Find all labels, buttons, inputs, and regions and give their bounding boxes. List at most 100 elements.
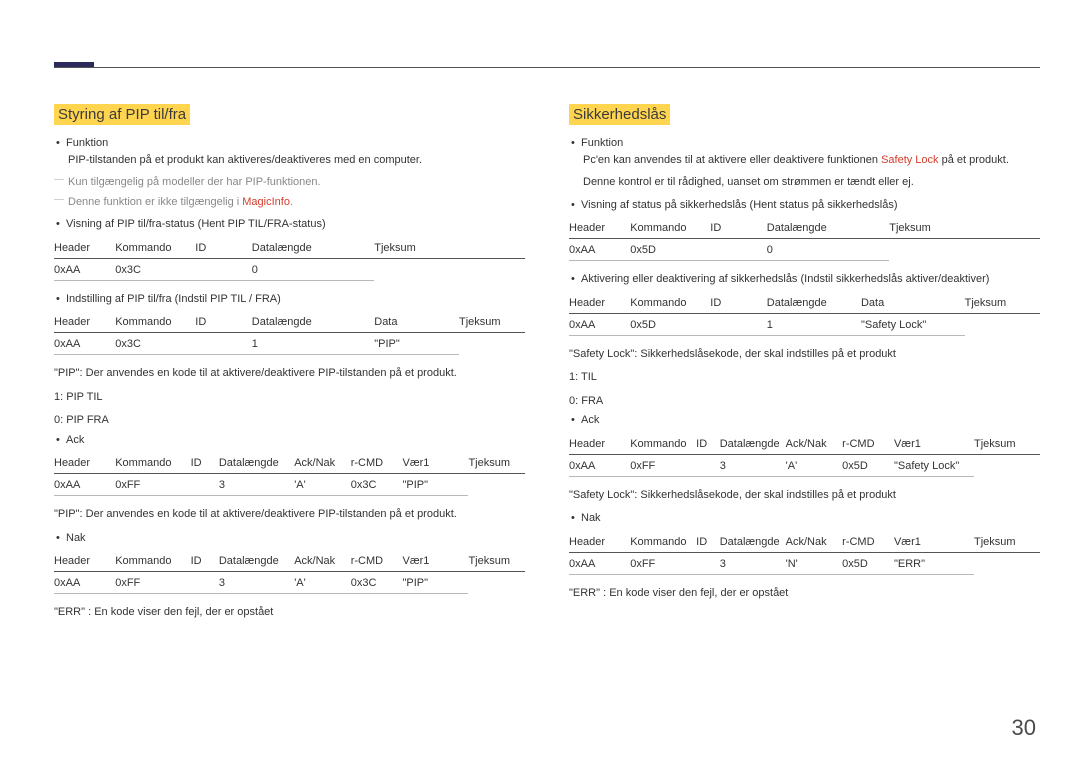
th: Kommando — [630, 433, 696, 455]
bullet-list: Nak — [54, 530, 525, 547]
th: Kommando — [630, 292, 710, 314]
th: ID — [195, 311, 252, 333]
content-columns: Styring af PIP til/fra Funktion PIP-tils… — [54, 104, 1040, 628]
td — [710, 313, 767, 335]
td — [696, 552, 720, 574]
table-ack: Header Kommando ID Datalængde Ack/Nak r-… — [569, 433, 1040, 477]
td: 1 — [252, 333, 374, 355]
th: Tjeksum — [974, 433, 1040, 455]
section-heading-safety: Sikkerhedslås — [569, 104, 670, 125]
td: 0xFF — [115, 572, 190, 594]
td — [965, 313, 1040, 335]
funktion-desc: Pc'en kan anvendes til at aktivere eller… — [581, 152, 1040, 169]
td: 0x5D — [842, 454, 894, 476]
table-nak: Header Kommando ID Datalængde Ack/Nak r-… — [569, 531, 1040, 575]
td: 0xAA — [569, 454, 630, 476]
bullet-list: Ack — [569, 412, 1040, 429]
table-ack: Header Kommando ID Datalængde Ack/Nak r-… — [54, 452, 525, 496]
th: Kommando — [115, 550, 190, 572]
bullet-set-safety: Aktivering eller deaktivering af sikkerh… — [581, 271, 1040, 288]
th: Vær1 — [894, 433, 974, 455]
bullet-view-status: Visning af PIP til/fra-status (Hent PIP … — [66, 216, 525, 233]
td — [468, 474, 525, 496]
th: Header — [54, 237, 115, 259]
td: "Safety Lock" — [894, 454, 974, 476]
th: Datalængde — [219, 452, 294, 474]
td: 'A' — [294, 572, 351, 594]
td: 0xAA — [54, 572, 115, 594]
section-heading-pip: Styring af PIP til/fra — [54, 104, 190, 125]
th: Header — [54, 311, 115, 333]
funktion-desc-post: på et produkt. — [939, 154, 1009, 166]
note-magicinfo: Denne funktion er ikke tilgængelig i Mag… — [56, 194, 525, 211]
bullet-funktion: Funktion Pc'en kan anvendes til at aktiv… — [581, 135, 1040, 191]
bullet-list: Funktion PIP-tilstanden på et produkt ka… — [54, 135, 525, 168]
bullet-set-pip: Indstilling af PIP til/fra (Indstil PIP … — [66, 291, 525, 308]
td: "Safety Lock" — [861, 313, 965, 335]
td: 0xAA — [54, 333, 115, 355]
bullet-list: Visning af PIP til/fra-status (Hent PIP … — [54, 216, 525, 233]
note-pip-models: Kun tilgængelig på modeller der har PIP-… — [56, 174, 525, 191]
td: 0xAA — [569, 239, 630, 261]
th: Tjeksum — [965, 292, 1040, 314]
th: Datalængde — [252, 311, 374, 333]
td — [889, 239, 1040, 261]
funktion-desc-pre: Pc'en kan anvendes til at aktivere eller… — [583, 154, 881, 166]
err-desc: "ERR" : En kode viser den fejl, der er o… — [54, 604, 525, 622]
th: ID — [696, 531, 720, 553]
page-number: 30 — [1012, 715, 1036, 741]
td: 3 — [720, 454, 786, 476]
th: Vær1 — [894, 531, 974, 553]
bullet-list: Ack — [54, 432, 525, 449]
td — [468, 572, 525, 594]
table-set-safety: Header Kommando ID Datalængde Data Tjeks… — [569, 292, 1040, 336]
td — [195, 333, 252, 355]
funktion-label: Funktion — [581, 137, 623, 149]
th: Tjeksum — [468, 550, 525, 572]
th: r-CMD — [351, 550, 403, 572]
td — [710, 239, 767, 261]
td — [974, 552, 1040, 574]
td: "ERR" — [894, 552, 974, 574]
td: "PIP" — [403, 474, 469, 496]
td: 0xAA — [54, 258, 115, 280]
funktion-desc: PIP-tilstanden på et produkt kan aktiver… — [66, 152, 525, 169]
note-magicinfo-red: MagicInfo — [242, 196, 290, 208]
td: 0xAA — [569, 313, 630, 335]
th: Ack/Nak — [294, 550, 351, 572]
note-magicinfo-pre: Denne funktion er ikke tilgængelig i — [68, 196, 242, 208]
th: Datalængde — [720, 531, 786, 553]
bullet-view-status: Visning af status på sikkerhedslås (Hent… — [581, 197, 1040, 214]
th: r-CMD — [842, 531, 894, 553]
bullet-funktion: Funktion PIP-tilstanden på et produkt ka… — [66, 135, 525, 168]
th: Kommando — [630, 217, 710, 239]
bullet-list: Indstilling af PIP til/fra (Indstil PIP … — [54, 291, 525, 308]
pip-fra: 0: PIP FRA — [54, 412, 525, 430]
table-view-status: Header Kommando ID Datalængde Tjeksum 0x… — [569, 217, 1040, 261]
th: Header — [569, 292, 630, 314]
th: Datalængde — [252, 237, 374, 259]
td: 0x3C — [115, 333, 195, 355]
td: 'A' — [294, 474, 351, 496]
safety-desc-2: "Safety Lock": Sikkerhedslåsekode, der s… — [569, 487, 1040, 505]
th: Kommando — [115, 452, 190, 474]
note-magicinfo-post: . — [290, 196, 293, 208]
pip-code-desc: "PIP": Der anvendes en kode til at aktiv… — [54, 365, 525, 383]
th: Header — [54, 550, 115, 572]
th: Ack/Nak — [786, 433, 843, 455]
td — [974, 454, 1040, 476]
td: "PIP" — [403, 572, 469, 594]
th: Header — [54, 452, 115, 474]
td — [195, 258, 252, 280]
th: Header — [569, 531, 630, 553]
safety-fra: 0: FRA — [569, 393, 1040, 411]
th: Tjeksum — [974, 531, 1040, 553]
th: Vær1 — [403, 452, 469, 474]
td: 3 — [219, 572, 294, 594]
td: 1 — [767, 313, 861, 335]
bullet-ack: Ack — [581, 412, 1040, 429]
td: 0x3C — [351, 474, 403, 496]
th: Tjeksum — [889, 217, 1040, 239]
td: 'N' — [786, 552, 843, 574]
td: 0 — [767, 239, 889, 261]
